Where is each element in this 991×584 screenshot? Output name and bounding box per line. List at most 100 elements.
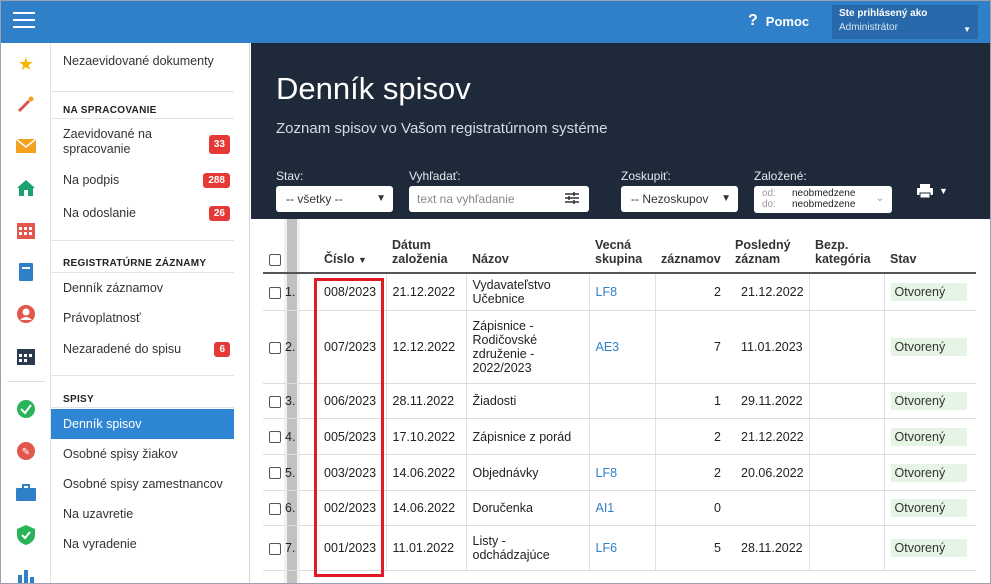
chevron-down-icon: ▼: [963, 25, 971, 34]
briefcase-icon[interactable]: [15, 482, 37, 504]
group-link[interactable]: AI1: [596, 501, 615, 515]
group-link[interactable]: LF6: [596, 541, 618, 555]
row-checkbox[interactable]: [269, 542, 281, 555]
cell-date: 21.12.2022: [386, 273, 467, 311]
row-checkbox[interactable]: [269, 431, 281, 444]
sidebar-item-to-send[interactable]: Na odoslanie 26: [51, 206, 234, 226]
sidebar-section-processing: NA SPRACOVANIE: [63, 105, 157, 116]
column-number[interactable]: Číslo ▼: [318, 219, 386, 274]
home-icon[interactable]: [15, 177, 37, 199]
search-input[interactable]: text na vyhľadanie: [409, 186, 589, 212]
cell-security: [809, 383, 885, 419]
row-index: 3.: [285, 394, 296, 408]
sidebar-item-file-journal[interactable]: Denník spisov: [51, 409, 234, 439]
sidebar-item-label: Nezaradené do spisu: [63, 342, 182, 356]
cell-state: Otvorený: [884, 490, 976, 526]
chevron-down-icon: ▼: [721, 193, 731, 204]
sidebar-item-employee-files[interactable]: Osobné spisy zamestnancov: [51, 477, 234, 491]
help-button[interactable]: ? Pomoc: [748, 12, 809, 30]
sidebar-item-validity[interactable]: Právoplatnosť: [51, 311, 234, 325]
row-checkbox[interactable]: [269, 286, 281, 299]
sidebar-item-label: Na odoslanie: [63, 206, 136, 220]
cell-records: 2: [655, 454, 729, 491]
row-select: 7.: [263, 525, 318, 571]
group-select[interactable]: -- Nezoskupov ▼: [621, 186, 738, 212]
sidebar-divider: [51, 118, 234, 119]
table-row[interactable]: 3. 006/2023 28.11.2022 Žiadosti 1 29.11.2022 O…: [263, 383, 976, 419]
select-all-checkbox[interactable]: [269, 253, 281, 266]
sidebar-item-unregistered[interactable]: Nezaevidované dokumenty: [51, 54, 234, 68]
sidebar-item-to-close[interactable]: Na uzavretie: [51, 507, 234, 521]
count-badge: 6: [214, 342, 230, 357]
filter-sliders-icon[interactable]: [564, 190, 580, 209]
from-value: neobmedzene: [792, 188, 856, 199]
cell-number[interactable]: 005/2023: [318, 418, 387, 455]
check-circle-icon[interactable]: [15, 398, 37, 420]
table-row[interactable]: 4. 005/2023 17.10.2022 Zápisnice z porád 2 21…: [263, 418, 976, 455]
schedule-icon[interactable]: [15, 345, 37, 367]
bar-chart-icon[interactable]: [15, 564, 37, 583]
calendar-icon[interactable]: [15, 219, 37, 241]
cell-number[interactable]: 006/2023: [318, 383, 387, 419]
print-button[interactable]: ▼: [916, 183, 948, 199]
alert-badge-icon[interactable]: ✎: [15, 440, 37, 462]
row-checkbox[interactable]: [269, 467, 281, 480]
column-security: Bezp. kategória: [809, 219, 884, 274]
cell-security: [809, 525, 885, 571]
row-checkbox[interactable]: [269, 341, 281, 354]
group-link[interactable]: AE3: [596, 340, 620, 354]
count-badge: 33: [208, 135, 230, 154]
cell-date: 14.06.2022: [386, 490, 467, 526]
cell-number[interactable]: 003/2023: [318, 454, 387, 491]
hamburger-menu-icon[interactable]: [13, 12, 35, 30]
user-icon[interactable]: [15, 303, 37, 325]
cell-security: [809, 454, 885, 491]
row-index: 6.: [285, 501, 296, 515]
cell-number[interactable]: 007/2023: [318, 310, 387, 384]
table-row[interactable]: 7. 001/2023 11.01.2022 Listy - odchádzajúce…: [263, 525, 976, 571]
state-select-value: -- všetky --: [286, 192, 343, 206]
sidebar-item-unassigned[interactable]: Nezaradené do spisu 6: [51, 342, 234, 362]
state-filter-label: Stav:: [276, 169, 304, 183]
cell-name: Doručenka: [466, 490, 590, 526]
book-icon[interactable]: [15, 261, 37, 283]
created-date-range[interactable]: od: neobmedzene do: neobmedzene ⌄: [754, 186, 892, 213]
state-select[interactable]: -- všetky -- ▼: [276, 186, 393, 212]
magic-wand-icon[interactable]: [15, 93, 37, 115]
star-icon[interactable]: ★: [15, 53, 37, 75]
group-link[interactable]: LF8: [596, 285, 618, 299]
cell-number[interactable]: 008/2023: [318, 273, 387, 311]
row-select: 2.: [263, 310, 318, 384]
group-link[interactable]: LF8: [596, 466, 618, 480]
sidebar-item-registered-processing[interactable]: Zaevidované na spracovanie 33: [51, 127, 234, 157]
to-key: do:: [762, 199, 776, 210]
created-label: Založené:: [754, 169, 807, 183]
row-checkbox[interactable]: [269, 395, 281, 408]
sidebar-divider: [51, 407, 234, 408]
column-records: záznamov: [655, 219, 729, 274]
sidebar-item-student-files[interactable]: Osobné spisy žiakov: [51, 447, 234, 461]
cell-last-record: 21.12.2022: [729, 418, 810, 455]
shield-check-icon[interactable]: [15, 524, 37, 546]
row-select: 4.: [263, 418, 318, 455]
table-row[interactable]: 6. 002/2023 14.06.2022 Doručenka AI1 0 Otvoren…: [263, 490, 976, 526]
table-row[interactable]: 2. 007/2023 12.12.2022 Zápisnice - Rodičovs…: [263, 310, 976, 384]
cell-records: 2: [655, 418, 729, 455]
sidebar-item-to-discard[interactable]: Na vyradenie: [51, 537, 234, 551]
sidebar-item-record-journal[interactable]: Denník záznamov: [51, 281, 234, 295]
row-index: 2.: [285, 340, 296, 354]
cell-number[interactable]: 001/2023: [318, 525, 387, 571]
question-icon: ?: [748, 12, 758, 29]
rail-divider: [7, 381, 45, 382]
cell-records: 2: [655, 273, 729, 311]
row-checkbox[interactable]: [269, 502, 281, 515]
envelope-icon[interactable]: [15, 135, 37, 157]
row-select: 6.: [263, 490, 318, 526]
icon-rail: ★ ✎: [1, 43, 51, 583]
sidebar-item-to-sign[interactable]: Na podpis 288: [51, 173, 234, 193]
user-menu[interactable]: Ste prihlásený ako Administrátor ▼: [832, 5, 978, 39]
cell-number[interactable]: 002/2023: [318, 490, 387, 526]
table-row[interactable]: 5. 003/2023 14.06.2022 Objednávky LF8 2 20.06.…: [263, 454, 976, 491]
sidebar-section-registry: REGISTRATÚRNE ZÁZNAMY: [63, 258, 207, 269]
table-row[interactable]: 1. 008/2023 21.12.2022 Vydavateľstvo Učebni…: [263, 273, 976, 311]
